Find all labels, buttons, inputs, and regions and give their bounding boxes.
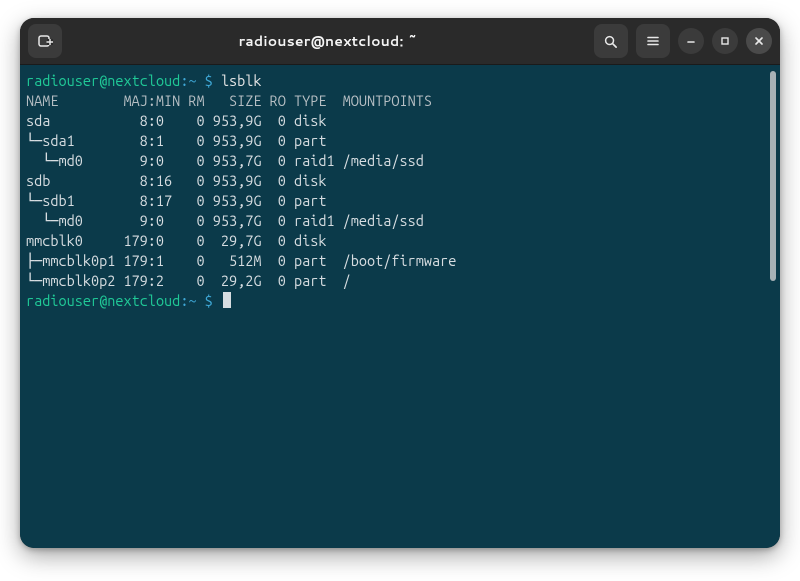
lsblk-row: └─sda1 8:1 0 953,9G 0 part — [26, 132, 326, 149]
titlebar: radiouser@nextcloud: ~ — [20, 18, 780, 65]
terminal-viewport[interactable]: radiouser@nextcloud:~ $ lsblk NAME MAJ:M… — [20, 65, 780, 548]
scrollbar-thumb[interactable] — [770, 71, 776, 281]
command-text: lsblk — [221, 72, 262, 89]
lsblk-row: sdb 8:16 0 953,9G 0 disk — [26, 172, 326, 189]
close-button[interactable] — [746, 28, 772, 54]
search-button[interactable] — [594, 24, 628, 58]
prompt-at: @ — [99, 292, 107, 309]
prompt-path: ~ — [188, 72, 196, 89]
lsblk-row: sda 8:0 0 953,9G 0 disk — [26, 112, 326, 129]
prompt-user: radiouser — [26, 72, 99, 89]
new-tab-icon — [37, 33, 53, 49]
prompt-dollar: $ — [197, 72, 221, 89]
lsblk-row: mmcblk0 179:0 0 29,7G 0 disk — [26, 232, 326, 249]
prompt-path: ~ — [188, 292, 196, 309]
maximize-button[interactable] — [712, 28, 738, 54]
minimize-button[interactable] — [678, 28, 704, 54]
lsblk-row: └─md0 9:0 0 953,7G 0 raid1 /media/ssd — [26, 212, 424, 229]
minimize-icon — [685, 35, 697, 47]
prompt-dollar: $ — [197, 292, 221, 309]
lsblk-row: └─mmcblk0p2 179:2 0 29,2G 0 part / — [26, 272, 351, 289]
cursor — [223, 292, 231, 308]
maximize-icon — [719, 35, 731, 47]
new-tab-button[interactable] — [28, 24, 62, 58]
menu-button[interactable] — [636, 24, 670, 58]
close-icon — [753, 35, 765, 47]
prompt-host: nextcloud — [107, 72, 180, 89]
titlebar-left — [28, 24, 62, 58]
hamburger-icon — [646, 34, 660, 48]
prompt-user: radiouser — [26, 292, 99, 309]
lsblk-header: NAME MAJ:MIN RM SIZE RO TYPE MOUNTPOINTS — [26, 92, 432, 109]
search-icon — [603, 34, 618, 49]
lsblk-row: └─md0 9:0 0 953,7G 0 raid1 /media/ssd — [26, 152, 424, 169]
titlebar-right — [594, 24, 772, 58]
window-title: radiouser@nextcloud: ~ — [239, 31, 418, 51]
terminal-window: radiouser@nextcloud: ~ — [20, 18, 780, 548]
prompt-at: @ — [99, 72, 107, 89]
prompt-host: nextcloud — [107, 292, 180, 309]
lsblk-row: └─sdb1 8:17 0 953,9G 0 part — [26, 192, 326, 209]
lsblk-row: ├─mmcblk0p1 179:1 0 512M 0 part /boot/fi… — [26, 252, 456, 269]
